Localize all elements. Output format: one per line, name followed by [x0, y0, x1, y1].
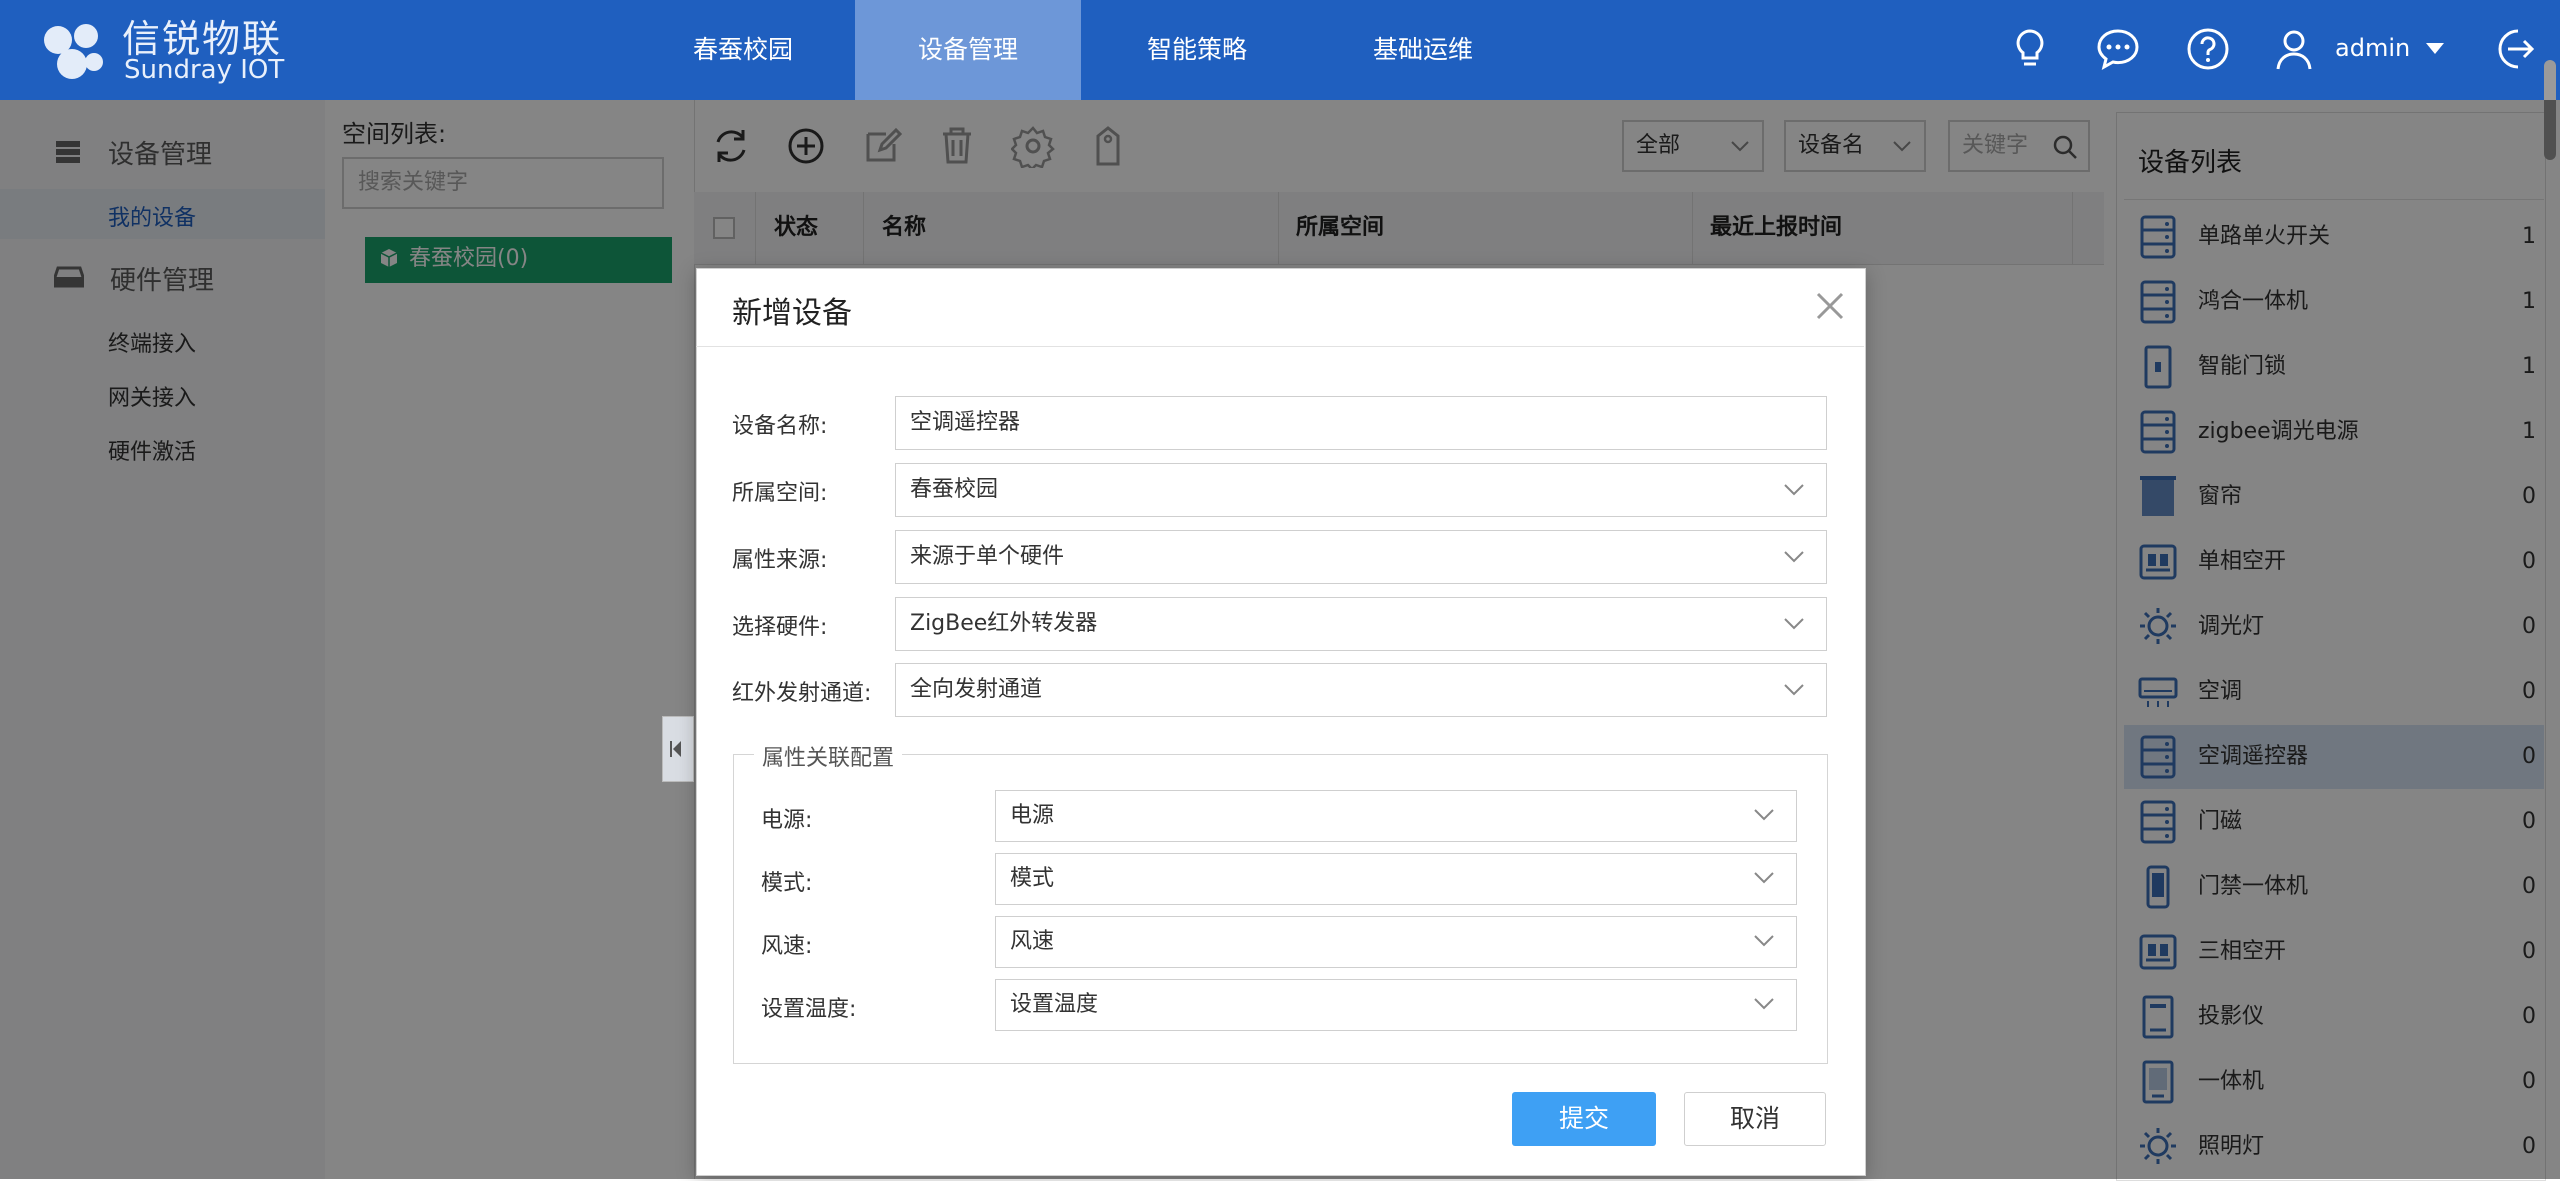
close-icon[interactable] — [1812, 288, 1848, 324]
submit-button[interactable]: 提交 — [1512, 1092, 1656, 1146]
field-label: 属性来源: — [732, 548, 828, 573]
help-icon[interactable] — [2184, 25, 2232, 73]
chevron-down-icon — [1754, 998, 1774, 1010]
ir-channel-select[interactable]: 全向发射通道 — [895, 663, 1827, 717]
chevron-down-icon — [1784, 551, 1804, 563]
power-mapping-select[interactable]: 电源 — [995, 790, 1797, 842]
mapping-value: 设置温度 — [1010, 992, 1099, 1017]
mapping-value: 电源 — [1010, 803, 1055, 828]
field-value: 全向发射通道 — [910, 677, 1043, 702]
space-select[interactable]: 春蚕校园 — [895, 463, 1827, 517]
field-label: 选择硬件: — [732, 615, 828, 640]
field-value: 来源于单个硬件 — [910, 544, 1065, 569]
mapping-label: 电源: — [761, 808, 813, 833]
caret-down-icon[interactable] — [2424, 40, 2446, 56]
field-value: 空调遥控器 — [910, 410, 1021, 435]
fan-speed-mapping-select[interactable]: 风速 — [995, 916, 1797, 968]
nav-tab-smart-strategy[interactable]: 智能策略 — [1102, 0, 1292, 100]
field-value: 春蚕校园 — [910, 477, 999, 502]
field-label: 设备名称: — [732, 414, 828, 439]
field-value: ZigBee红外转发器 — [910, 611, 1098, 636]
nav-tab-operations[interactable]: 基础运维 — [1328, 0, 1518, 100]
cancel-button[interactable]: 取消 — [1684, 1092, 1826, 1146]
chevron-down-icon — [1754, 872, 1774, 884]
collapse-left-icon — [670, 741, 681, 757]
message-icon[interactable] — [2094, 25, 2142, 73]
username[interactable]: admin — [2335, 34, 2410, 62]
brand-name-en: Sundray IOT — [124, 55, 285, 85]
dialog-title: 新增设备 — [732, 296, 852, 331]
lightbulb-icon[interactable] — [2006, 25, 2054, 73]
fieldset-legend: 属性关联配置 — [754, 740, 903, 772]
collapse-panel-tab[interactable] — [662, 716, 694, 782]
brand-logo-icon — [44, 24, 103, 79]
set-temperature-mapping-select[interactable]: 设置温度 — [995, 979, 1797, 1031]
logout-icon[interactable] — [2490, 25, 2538, 73]
mode-mapping-select[interactable]: 模式 — [995, 853, 1797, 905]
field-label: 红外发射通道: — [732, 681, 872, 706]
field-label: 所属空间: — [732, 481, 828, 506]
chevron-down-icon — [1784, 484, 1804, 496]
mapping-value: 风速 — [1010, 929, 1055, 954]
attribute-source-select[interactable]: 来源于单个硬件 — [895, 530, 1827, 584]
mapping-label: 模式: — [761, 871, 813, 896]
user-icon[interactable] — [2270, 25, 2318, 73]
nav-tab-campus[interactable]: 春蚕校园 — [648, 0, 838, 100]
mapping-label: 设置温度: — [761, 997, 857, 1022]
chevron-down-icon — [1784, 684, 1804, 696]
nav-tab-device-management[interactable]: 设备管理 — [855, 0, 1081, 100]
chevron-down-icon — [1784, 618, 1804, 630]
mapping-value: 模式 — [1010, 866, 1055, 891]
chevron-down-icon — [1754, 809, 1774, 821]
mapping-label: 风速: — [761, 934, 813, 959]
chevron-down-icon — [1754, 935, 1774, 947]
device-name-input[interactable]: 空调遥控器 — [895, 396, 1827, 450]
hardware-select[interactable]: ZigBee红外转发器 — [895, 597, 1827, 651]
dialog-header-divider — [696, 346, 1864, 347]
